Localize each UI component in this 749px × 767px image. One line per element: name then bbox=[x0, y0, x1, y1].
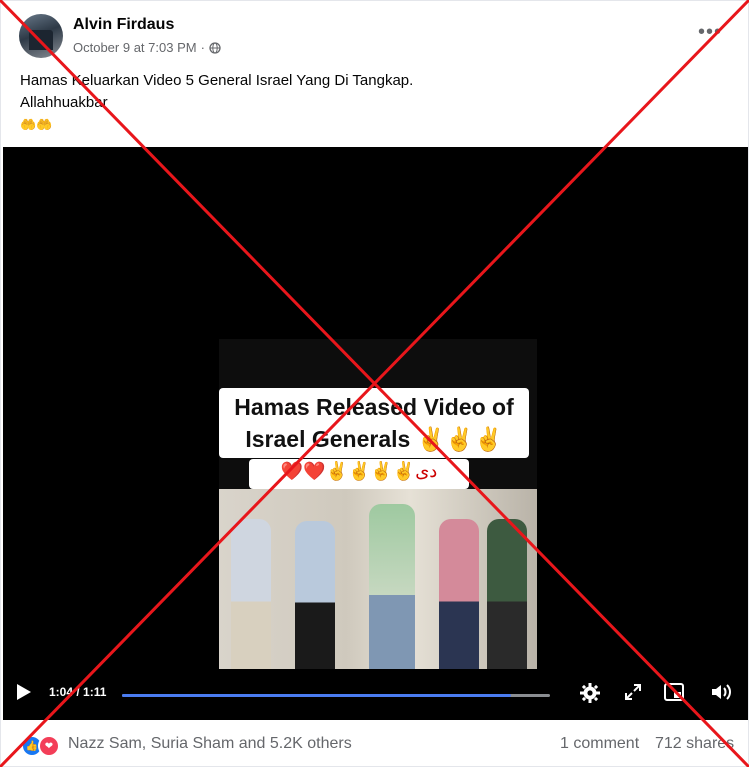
video-controls: 1:04 / 1:11 bbox=[3, 670, 748, 720]
video-time: 1:04 / 1:11 bbox=[49, 685, 106, 699]
love-reaction-icon: ❤ bbox=[38, 735, 60, 757]
video-frame: Hamas Released Video of Israel Generals … bbox=[219, 339, 537, 669]
comment-count[interactable]: 1 comment bbox=[560, 735, 639, 753]
overlay-emoji-line: ❤️❤️✌️✌️✌️✌️دی bbox=[280, 461, 438, 481]
author-name[interactable]: Alvin Firdaus bbox=[73, 16, 174, 34]
person-figure bbox=[439, 519, 479, 669]
avatar[interactable] bbox=[19, 14, 63, 58]
post-caption: Hamas Keluarkan Video 5 General Israel Y… bbox=[20, 70, 413, 136]
expand-icon[interactable] bbox=[623, 682, 643, 702]
progress-fill bbox=[122, 694, 512, 697]
volume-icon[interactable] bbox=[710, 682, 734, 702]
reaction-icons[interactable]: 👍 ❤ bbox=[21, 735, 60, 757]
facebook-post: Alvin Firdaus October 9 at 7:03 PM · •••… bbox=[0, 0, 749, 767]
post-footer: 👍 ❤ Nazz Sam, Suria Sham and 5.2K others… bbox=[1, 723, 748, 766]
overlay-title: Hamas Released Video of Israel Generals … bbox=[219, 391, 529, 455]
person-figure bbox=[487, 519, 527, 669]
timestamp[interactable]: October 9 at 7:03 PM bbox=[73, 40, 197, 55]
settings-gear-icon[interactable] bbox=[579, 682, 601, 704]
caption-emoji: 🤲🤲 bbox=[20, 117, 53, 132]
current-time: 1:04 bbox=[49, 685, 74, 699]
reaction-names[interactable]: Nazz Sam, Suria Sham and 5.2K others bbox=[68, 735, 352, 753]
duration: 1:11 bbox=[83, 685, 107, 699]
video-still-image bbox=[219, 489, 537, 669]
time-separator: / bbox=[73, 685, 84, 699]
person-figure bbox=[295, 521, 335, 669]
person-figure bbox=[369, 504, 415, 669]
more-horizontal-icon[interactable]: ••• bbox=[698, 21, 722, 44]
share-count[interactable]: 712 shares bbox=[655, 735, 734, 753]
caption-line: Hamas Keluarkan Video 5 General Israel Y… bbox=[20, 72, 414, 89]
globe-icon bbox=[209, 41, 221, 54]
meta-separator: · bbox=[200, 40, 205, 55]
post-meta: October 9 at 7:03 PM · bbox=[73, 40, 221, 55]
video-player[interactable]: Hamas Released Video of Israel Generals … bbox=[3, 147, 748, 720]
play-icon[interactable] bbox=[17, 684, 31, 700]
overlay-line: Hamas Released Video of bbox=[234, 394, 514, 420]
picture-in-picture-icon[interactable] bbox=[663, 682, 685, 702]
overlay-line: Israel Generals ✌️✌️✌️ bbox=[245, 426, 503, 452]
progress-bar[interactable] bbox=[122, 694, 550, 697]
caption-line: Allahhuakbar bbox=[20, 94, 108, 111]
person-figure bbox=[231, 519, 271, 669]
